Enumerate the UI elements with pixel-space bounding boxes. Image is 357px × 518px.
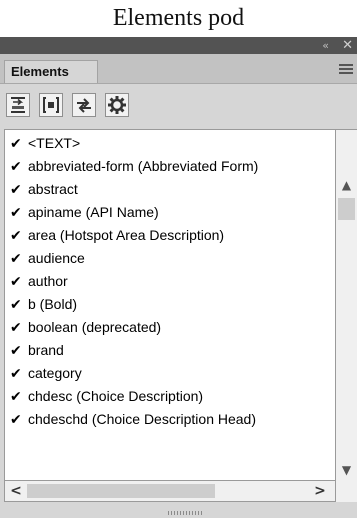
- element-label: author: [28, 273, 68, 289]
- collapse-icon[interactable]: «: [322, 37, 329, 54]
- hamburger-menu-icon[interactable]: [339, 64, 353, 74]
- tab-bar: Elements: [0, 54, 357, 84]
- check-icon: ✔: [10, 182, 22, 198]
- elements-list[interactable]: ✔ <TEXT> ✔ abbreviated-form (Abbreviated F…: [4, 129, 336, 481]
- element-label: chdeschd (Choice Description Head): [28, 411, 256, 427]
- change-element-icon: [77, 98, 91, 113]
- list-item[interactable]: ✔ area (Hotspot Area Description): [10, 224, 224, 247]
- scrollbar-corner: [336, 481, 357, 502]
- list-item[interactable]: ✔ <TEXT>: [10, 132, 80, 155]
- check-icon: ✔: [10, 205, 22, 221]
- insert-element-button[interactable]: [6, 93, 30, 117]
- check-icon: ✔: [10, 343, 22, 359]
- check-icon: ✔: [10, 366, 22, 382]
- check-icon: ✔: [10, 297, 22, 313]
- check-icon: ✔: [10, 228, 22, 244]
- settings-button[interactable]: [105, 93, 129, 117]
- change-element-button[interactable]: [72, 93, 96, 117]
- element-label: apiname (API Name): [28, 204, 159, 220]
- list-item[interactable]: ✔ boolean (deprecated): [10, 316, 161, 339]
- check-icon: ✔: [10, 136, 22, 152]
- vertical-scroll-thumb[interactable]: [338, 198, 355, 220]
- check-icon: ✔: [10, 274, 22, 290]
- element-label: brand: [28, 342, 64, 358]
- element-label: audience: [28, 250, 85, 266]
- list-item[interactable]: ✔ brand: [10, 339, 64, 362]
- wrap-element-icon: [43, 97, 59, 113]
- element-label: area (Hotspot Area Description): [28, 227, 225, 243]
- element-label: abbreviated-form (Abbreviated Form): [28, 158, 259, 174]
- check-icon: ✔: [10, 412, 22, 428]
- horizontal-scroll-thumb[interactable]: [27, 484, 215, 498]
- close-icon[interactable]: ✕: [342, 37, 353, 54]
- insert-element-icon: [11, 97, 25, 113]
- scroll-left-icon[interactable]: <: [7, 481, 25, 501]
- element-label: b (Bold): [28, 296, 78, 312]
- list-item[interactable]: ✔ category: [10, 362, 82, 385]
- figure-caption: Elements pod: [112, 5, 245, 31]
- element-label: chdesc (Choice Description): [28, 388, 204, 404]
- element-label: boolean (deprecated): [28, 319, 162, 335]
- list-item[interactable]: ✔ audience: [10, 247, 85, 270]
- wrap-element-button[interactable]: [39, 93, 63, 117]
- list-item[interactable]: ✔ author: [10, 270, 68, 293]
- scroll-right-icon[interactable]: >: [311, 481, 329, 501]
- list-item[interactable]: ✔ chdeschd (Choice Description Head): [10, 408, 256, 431]
- element-label: category: [28, 365, 82, 381]
- resize-grip-icon[interactable]: [168, 511, 202, 515]
- check-icon: ✔: [10, 159, 22, 175]
- panel-titlebar: « ✕: [0, 37, 357, 54]
- horizontal-scrollbar[interactable]: < >: [4, 481, 336, 502]
- elements-pod: « ✕ Elements ✔ <TEXT> ✔ abbreviated-form…: [0, 37, 357, 518]
- settings-gear-icon: [108, 96, 126, 114]
- check-icon: ✔: [10, 251, 22, 267]
- element-label: <TEXT>: [28, 135, 81, 151]
- list-item[interactable]: ✔ abbreviated-form (Abbreviated Form): [10, 155, 258, 178]
- tab-elements[interactable]: Elements: [4, 60, 98, 83]
- scroll-up-icon[interactable]: ▲: [336, 176, 357, 194]
- list-item[interactable]: ✔ chdesc (Choice Description): [10, 385, 203, 408]
- check-icon: ✔: [10, 389, 22, 405]
- vertical-scrollbar[interactable]: ▲ ▼: [336, 129, 357, 481]
- scroll-down-icon[interactable]: ▼: [336, 461, 357, 479]
- check-icon: ✔: [10, 320, 22, 336]
- list-item[interactable]: ✔ apiname (API Name): [10, 201, 159, 224]
- list-item[interactable]: ✔ b (Bold): [10, 293, 77, 316]
- element-label: abstract: [28, 181, 78, 197]
- elements-toolbar: [0, 84, 357, 126]
- list-item[interactable]: ✔ abstract: [10, 178, 78, 201]
